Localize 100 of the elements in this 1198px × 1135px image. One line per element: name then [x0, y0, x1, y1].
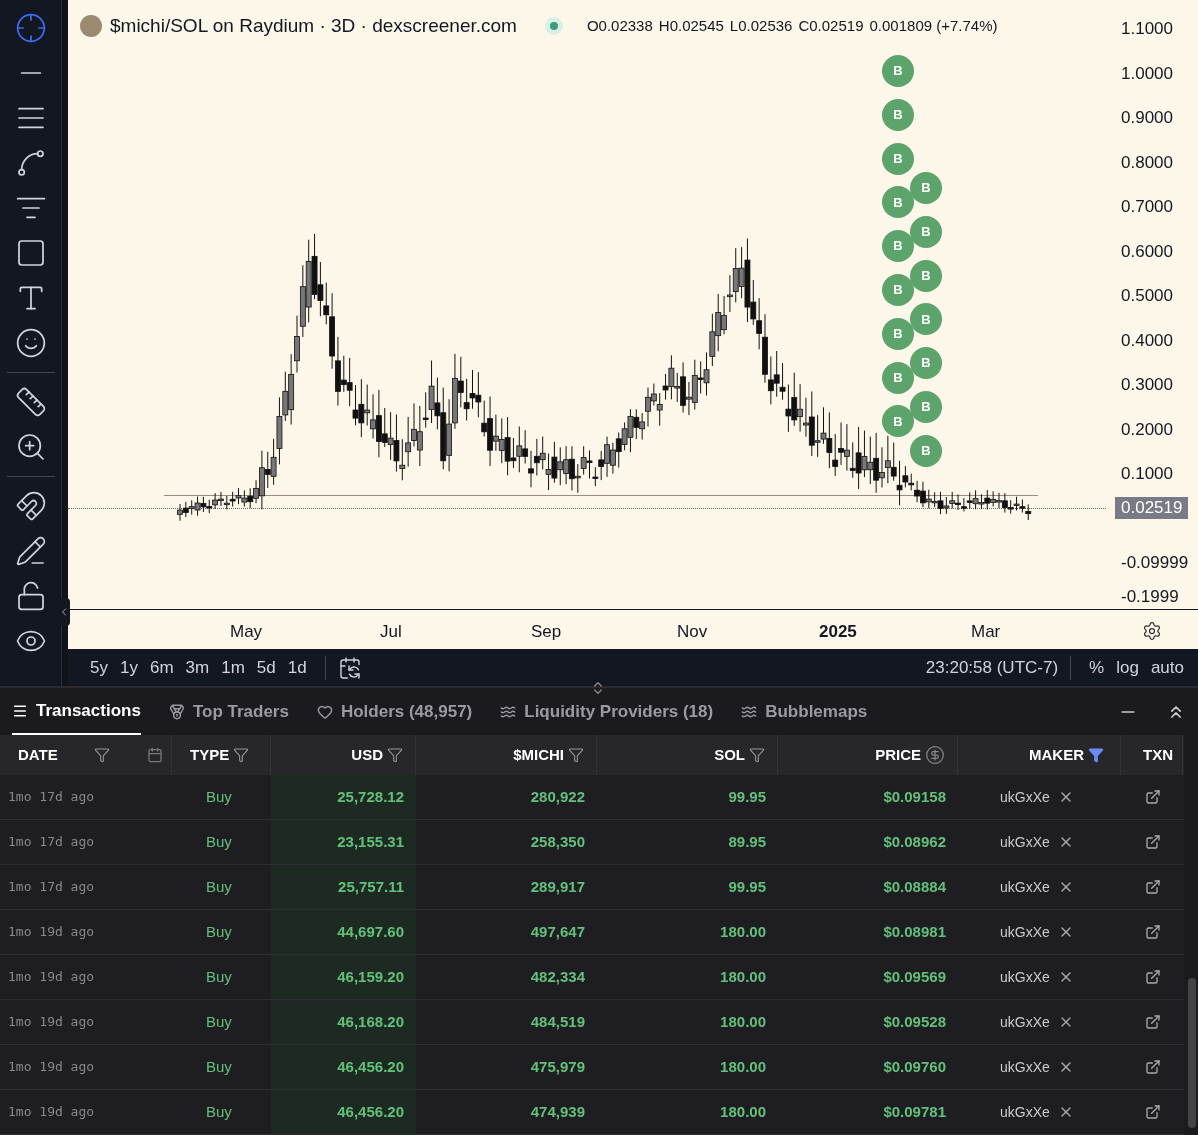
- maker-address[interactable]: ukGxXe: [1000, 921, 1050, 943]
- table-cell-text: 258,350: [529, 831, 586, 852]
- y-axis-label: 0.2000: [1121, 420, 1173, 438]
- table-cell-text: Buy: [205, 831, 233, 852]
- filter-icon[interactable]: [94, 747, 111, 763]
- column-label: TYPE: [190, 744, 230, 765]
- table-cell: 46,168.20: [271, 1000, 416, 1044]
- y-axis-label: -0.1999: [1121, 588, 1179, 605]
- column-label: MAKER: [1029, 744, 1084, 765]
- table-cell-text: 99.95: [727, 786, 767, 807]
- panel-tab[interactable]: Liquidity Providers (18): [500, 688, 714, 735]
- maker-address[interactable]: ukGxXe: [1000, 1056, 1050, 1078]
- buy-marker: B: [882, 55, 914, 87]
- filter-icon[interactable]: [1088, 747, 1104, 763]
- table-cell-text: 484,519: [529, 1011, 586, 1032]
- buy-marker: B: [882, 186, 914, 219]
- maker-address[interactable]: ukGxXe: [1000, 966, 1050, 988]
- maker-address[interactable]: ukGxXe: [1000, 876, 1050, 898]
- buy-marker: B: [882, 317, 914, 350]
- range-button[interactable]: 5d: [250, 654, 282, 681]
- table-cell-text: 474,939: [529, 1101, 586, 1122]
- date-range-icon[interactable]: [337, 655, 362, 680]
- filter-icon[interactable]: [233, 747, 250, 763]
- range-button[interactable]: 6m: [143, 654, 180, 681]
- ruler-icon[interactable]: [14, 386, 47, 418]
- medal-icon: [168, 703, 185, 720]
- scale-option[interactable]: %: [1083, 654, 1111, 681]
- buy-marker: B: [882, 361, 914, 394]
- table-cell-text: Buy: [205, 1101, 233, 1122]
- table-cell-text: 180.00: [719, 1011, 767, 1032]
- ohlc-value: 0.001809 (+7.74%): [869, 16, 998, 36]
- dollar-icon[interactable]: [925, 745, 945, 765]
- table-cell-text: 289,917: [529, 876, 586, 897]
- filter-icon[interactable]: [387, 747, 403, 763]
- collapse-handle[interactable]: [58, 598, 70, 626]
- buy-marker: B: [882, 142, 914, 175]
- heart-icon: [316, 703, 333, 720]
- y-axis-label: 1.0000: [1121, 64, 1173, 82]
- table-cell-text: $0.08962: [882, 831, 947, 852]
- table-cell-text: 1mo 19d ago: [7, 1103, 96, 1122]
- table-cell-text: 1mo 17d ago: [7, 788, 96, 807]
- y-axis-label: 0.3000: [1121, 376, 1173, 393]
- scale-option[interactable]: auto: [1144, 654, 1190, 681]
- range-button[interactable]: 3m: [179, 654, 216, 681]
- x-axis-label: Jul: [380, 621, 402, 643]
- range-button[interactable]: 1m: [215, 654, 251, 681]
- table-cell: 46,456.20: [271, 1045, 416, 1089]
- y-axis-label: 0.6000: [1121, 242, 1173, 260]
- panel-tab[interactable]: Bubblemaps: [741, 688, 868, 735]
- settings-icon[interactable]: [1142, 621, 1162, 641]
- filter-icon[interactable]: [749, 747, 765, 763]
- column-label: TXN: [1143, 744, 1173, 765]
- table-cell-text: 1mo 19d ago: [7, 968, 96, 987]
- y-axis-label: 0.4000: [1121, 331, 1173, 349]
- table-cell-text: Buy: [205, 1011, 233, 1032]
- range-button[interactable]: 1y: [113, 654, 144, 681]
- external-link-icon[interactable]: [1145, 1059, 1161, 1075]
- external-link-icon[interactable]: [1145, 969, 1161, 985]
- table-cell-text: 280,922: [529, 786, 586, 807]
- table-cell-text: $0.09760: [882, 1056, 947, 1077]
- token-avatar: [80, 15, 102, 38]
- x-axis-label: May: [230, 621, 263, 643]
- crosshair-icon[interactable]: [14, 12, 47, 44]
- table-cell: 46,456.20: [271, 1090, 416, 1134]
- range-button[interactable]: 5y: [84, 654, 114, 681]
- maker-address[interactable]: ukGxXe: [1000, 1011, 1050, 1033]
- table-cell-text: 180.00: [719, 966, 767, 987]
- buy-marker: B: [910, 303, 942, 336]
- maker-address[interactable]: ukGxXe: [1000, 1101, 1050, 1123]
- range-button[interactable]: 1d: [281, 654, 313, 681]
- column-label: SOL: [714, 744, 745, 765]
- table-cell-text: 1mo 17d ago: [7, 833, 96, 852]
- external-link-icon[interactable]: [1145, 789, 1161, 805]
- external-link-icon[interactable]: [1145, 879, 1161, 895]
- table-cell-text: 1mo 19d ago: [7, 1013, 96, 1032]
- panel-tab[interactable]: Holders (48,957): [316, 688, 473, 735]
- buy-marker: B: [882, 230, 914, 263]
- panel-tab[interactable]: Top Traders: [168, 688, 289, 735]
- scale-option[interactable]: log: [1110, 654, 1145, 681]
- buy-marker: B: [910, 215, 942, 248]
- ohlc-value: C0.02519: [798, 16, 864, 36]
- maker-address[interactable]: ukGxXe: [1000, 786, 1050, 808]
- table-cell-text: 497,647: [529, 921, 586, 942]
- table-cell-text: $0.08981: [882, 921, 947, 942]
- table-cell-text: Buy: [205, 876, 233, 897]
- y-axis-label: 0.9000: [1121, 109, 1173, 126]
- filter-icon[interactable]: [568, 747, 584, 763]
- external-link-icon[interactable]: [1145, 1104, 1161, 1120]
- table-cell-text: $0.09781: [882, 1101, 947, 1122]
- external-link-icon[interactable]: [1145, 1014, 1161, 1030]
- table-cell-text: $0.08884: [882, 876, 947, 897]
- table-cell-text: 180.00: [719, 1101, 767, 1122]
- buy-marker: B: [910, 172, 942, 204]
- external-link-icon[interactable]: [1145, 924, 1161, 940]
- maker-address[interactable]: ukGxXe: [1000, 831, 1050, 853]
- chart-title: $michi/SOL on Raydium · 3D · dexscreener.com: [110, 14, 517, 38]
- calendar-icon[interactable]: [147, 747, 163, 763]
- external-link-icon[interactable]: [1145, 834, 1161, 850]
- magnet-icon[interactable]: [14, 490, 47, 522]
- smiley-icon[interactable]: [14, 327, 47, 359]
